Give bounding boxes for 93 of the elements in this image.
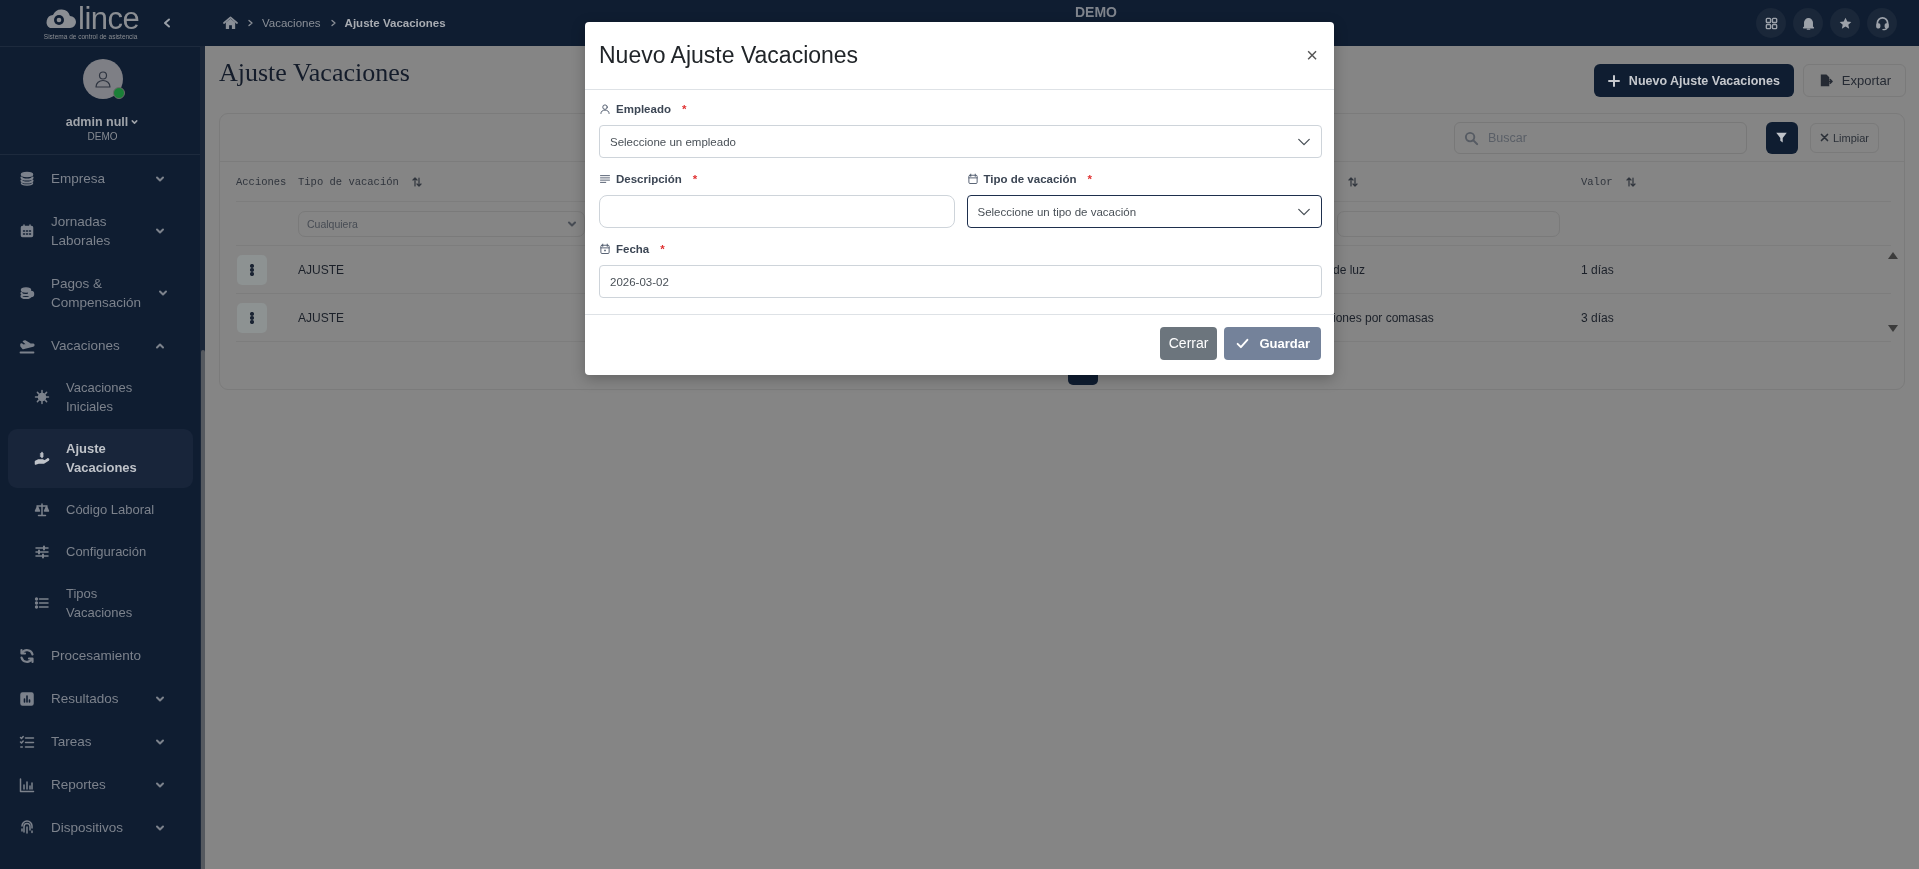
plus-icon <box>1607 74 1620 87</box>
sliders-icon <box>34 543 50 560</box>
sidebar-subitem[interactable]: Configuración <box>8 532 193 572</box>
sidebar-item[interactable]: Vacaciones <box>0 324 195 367</box>
scroll-down-icon[interactable] <box>1887 324 1899 334</box>
search-icon <box>1463 130 1479 146</box>
headset-icon <box>1874 15 1890 31</box>
home-icon[interactable] <box>223 16 238 30</box>
text-field[interactable] <box>599 195 955 228</box>
required-mark: * <box>692 173 698 185</box>
coins-icon <box>19 285 35 301</box>
filter-button[interactable] <box>1765 121 1798 154</box>
chart-icon <box>19 690 35 707</box>
sidebar-item[interactable]: Empresa <box>0 157 195 200</box>
scroll-up-icon[interactable] <box>1887 250 1899 260</box>
user-company: DEMO <box>87 131 118 142</box>
star-button[interactable] <box>1830 8 1860 38</box>
select-field[interactable]: Seleccione un tipo de vacación <box>966 195 1322 228</box>
scale-icon <box>34 501 50 518</box>
clear-button[interactable]: Limpiar <box>1809 122 1879 153</box>
date-field[interactable]: 2026-03-02 <box>599 265 1322 298</box>
star-icon <box>1837 15 1853 31</box>
fingerprint-icon <box>19 819 35 836</box>
table-cell: AJUSTE <box>298 262 344 277</box>
text-lines-icon <box>599 173 611 185</box>
table-cell: 1 días <box>1581 262 1614 277</box>
breadcrumb-separator-icon <box>246 19 254 27</box>
filter-select[interactable]: Cualquiera <box>298 210 585 237</box>
close-icon <box>1819 133 1829 142</box>
sidebar-subitem[interactable]: Ajuste Vacaciones <box>8 429 193 488</box>
field-label: Descripción <box>616 173 682 185</box>
row-actions-button[interactable] <box>237 302 267 333</box>
column-header[interactable]: Tipo de vacación <box>298 175 399 188</box>
sidebar-item[interactable]: Dispositivos <box>0 806 195 849</box>
more-vertical-icon <box>250 263 254 276</box>
sidebar-item[interactable]: Resultados <box>0 677 195 720</box>
required-mark: * <box>660 243 665 255</box>
bell-button[interactable] <box>1793 8 1823 38</box>
sidebar-item[interactable]: Procesamiento <box>0 634 195 677</box>
field-label: Fecha <box>616 243 650 255</box>
table-cell: AJUSTE <box>298 310 344 325</box>
sort-icon[interactable] <box>1347 175 1359 188</box>
sort-icon[interactable] <box>1624 175 1637 188</box>
modal-title: Nuevo Ajuste Vacaciones <box>599 42 859 69</box>
company-label: DEMO <box>1075 4 1117 20</box>
sidebar-item[interactable]: Reportes <box>0 763 195 806</box>
sidebar-subitem[interactable]: Tipos Vacaciones <box>8 574 193 633</box>
required-mark: * <box>681 103 687 115</box>
gear-icon <box>34 389 50 405</box>
airplane-icon <box>19 337 35 354</box>
required-mark: * <box>1087 173 1093 185</box>
close-dialog-button[interactable]: Cerrar <box>1159 326 1218 360</box>
refresh-icon <box>19 647 35 664</box>
check-icon <box>1236 336 1250 350</box>
sort-icon[interactable] <box>410 175 423 188</box>
apps-grid-icon <box>1763 15 1779 31</box>
column-header[interactable]: Acciones <box>236 175 287 188</box>
hand-coin-icon <box>34 450 50 466</box>
apps-grid-button[interactable] <box>1756 8 1786 38</box>
select-field[interactable]: Seleccione un empleado <box>599 125 1322 158</box>
sidebar-subitem[interactable]: Código Laboral <box>8 490 193 530</box>
calendar-icon <box>19 223 35 239</box>
field-label: Empleado <box>616 103 671 115</box>
calendar-icon <box>599 243 611 255</box>
pagination-button[interactable] <box>1068 375 1098 385</box>
table-cell: iones por comasas <box>1333 310 1434 325</box>
list-icon <box>34 595 50 611</box>
breadcrumb-current: Ajuste Vacaciones <box>344 17 446 29</box>
close-button[interactable]: × <box>1304 44 1320 67</box>
calendar-icon <box>966 173 979 185</box>
sidebar-subitem[interactable]: Vacaciones Iniciales <box>8 368 193 427</box>
page-title: Ajuste Vacaciones <box>219 58 410 88</box>
bar-chart-icon <box>19 776 35 793</box>
sidebar-item[interactable]: Pagos & Compensación <box>0 262 195 324</box>
user-icon <box>599 103 611 115</box>
checklist-icon <box>19 733 35 750</box>
breadcrumb-link[interactable]: Vacaciones <box>262 17 321 29</box>
database-icon <box>19 170 35 187</box>
new-button[interactable]: Nuevo Ajuste Vacaciones <box>1593 64 1794 97</box>
sidebar-item[interactable]: Tareas <box>0 720 195 763</box>
table-cell: de luz <box>1333 262 1366 277</box>
sidebar-item[interactable]: Jornadas Laborales <box>0 200 195 262</box>
field-label: Tipo de vacación <box>983 173 1077 185</box>
row-actions-button[interactable] <box>237 254 267 285</box>
export-button[interactable]: Exportar <box>1802 64 1906 97</box>
table-cell: 3 días <box>1581 310 1614 325</box>
user-name[interactable]: admin null <box>65 115 129 129</box>
column-header[interactable]: Valor <box>1581 175 1613 188</box>
headset-button[interactable] <box>1867 8 1897 38</box>
breadcrumb-separator-icon <box>328 19 337 27</box>
bell-icon <box>1800 15 1816 31</box>
more-vertical-icon <box>250 311 254 324</box>
filter-icon <box>1775 131 1789 144</box>
